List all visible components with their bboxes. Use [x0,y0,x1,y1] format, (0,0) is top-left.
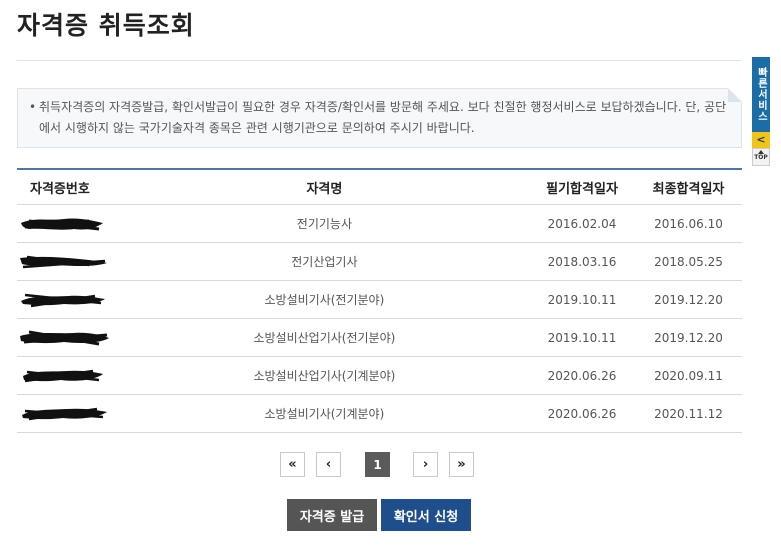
final-pass-date: 2016.06.10 [635,204,742,243]
scroll-top-label: TOP [754,154,768,161]
page-title: 자격증 취득조회 [17,11,195,40]
final-pass-date: 2019.12.20 [635,280,742,319]
redacted-cert-number [17,204,120,243]
cert-name: 소방설비기사(기계분야) [119,394,530,433]
redacted-cert-number [17,394,120,433]
cert-name: 소방설비기사(전기분야) [119,280,530,319]
written-pass-date: 2016.02.04 [529,204,636,243]
scroll-top-button[interactable]: TOP [752,148,770,166]
next-page-button[interactable]: › [413,452,438,477]
header-cert-name: 자격명 [119,169,530,205]
cert-name: 전기기능사 [119,204,530,243]
current-page-button[interactable]: 1 [365,452,390,477]
request-confirmation-button[interactable]: 확인서 신청 [381,499,471,531]
table-header-row: 자격증번호 자격명 필기합격일자 최종합격일자 [17,169,742,205]
redacted-cert-number [17,242,120,281]
first-page-button[interactable]: « [280,452,305,477]
written-pass-date: 2020.06.26 [529,356,636,395]
header-cert-number: 자격증번호 [17,169,120,205]
issue-certificate-button[interactable]: 자격증 발급 [287,499,377,531]
table-row: 소방설비기사(기계분야) 2020.06.26 2020.11.12 [17,394,742,433]
table-row: 전기산업기사 2018.03.16 2018.05.25 [17,242,742,281]
header-written-pass-date: 필기합격일자 [529,169,636,205]
table-row: 소방설비산업기사(전기분야) 2019.10.11 2019.12.20 [17,318,742,357]
chevron-left-icon[interactable]: < [752,132,770,148]
final-pass-date: 2018.05.25 [635,242,742,281]
quick-service-tab[interactable]: 빠른서비스 [752,57,770,132]
notice-box: • 취득자격증의 자격증발급, 확인서발급이 필요한 경우 자격증/확인서를 방… [17,88,742,148]
final-pass-date: 2019.12.20 [635,318,742,357]
notice-text: 취득자격증의 자격증발급, 확인서발급이 필요한 경우 자격증/확인서를 방문해… [39,100,727,135]
final-pass-date: 2020.11.12 [635,394,742,433]
cert-name: 소방설비산업기사(기계분야) [119,356,530,395]
action-buttons: 자격증 발급 확인서 신청 [287,499,471,531]
last-page-button[interactable]: » [449,452,474,477]
quick-service-menu: 빠른서비스 < TOP [752,57,770,167]
pagination: « ‹ 1 › » [280,452,474,480]
cert-name: 전기산업기사 [119,242,530,281]
redacted-cert-number [17,318,120,357]
redacted-cert-number [17,280,120,319]
final-pass-date: 2020.09.11 [635,356,742,395]
written-pass-date: 2019.10.11 [529,318,636,357]
notice-bullet: • [29,100,37,114]
table-row: 전기기능사 2016.02.04 2016.06.10 [17,204,742,243]
header-final-pass-date: 최종합격일자 [635,169,742,205]
written-pass-date: 2018.03.16 [529,242,636,281]
table-row: 소방설비기사(전기분야) 2019.10.11 2019.12.20 [17,280,742,319]
written-pass-date: 2020.06.26 [529,394,636,433]
cert-name: 소방설비산업기사(전기분야) [119,318,530,357]
redacted-cert-number [17,356,120,395]
certificate-table: 자격증번호 자격명 필기합격일자 최종합격일자 전기기능사 2016.02.04… [17,168,742,433]
page-fold-decoration [728,88,742,102]
title-divider [17,60,742,61]
prev-page-button[interactable]: ‹ [316,452,341,477]
written-pass-date: 2019.10.11 [529,280,636,319]
table-row: 소방설비산업기사(기계분야) 2020.06.26 2020.09.11 [17,356,742,395]
